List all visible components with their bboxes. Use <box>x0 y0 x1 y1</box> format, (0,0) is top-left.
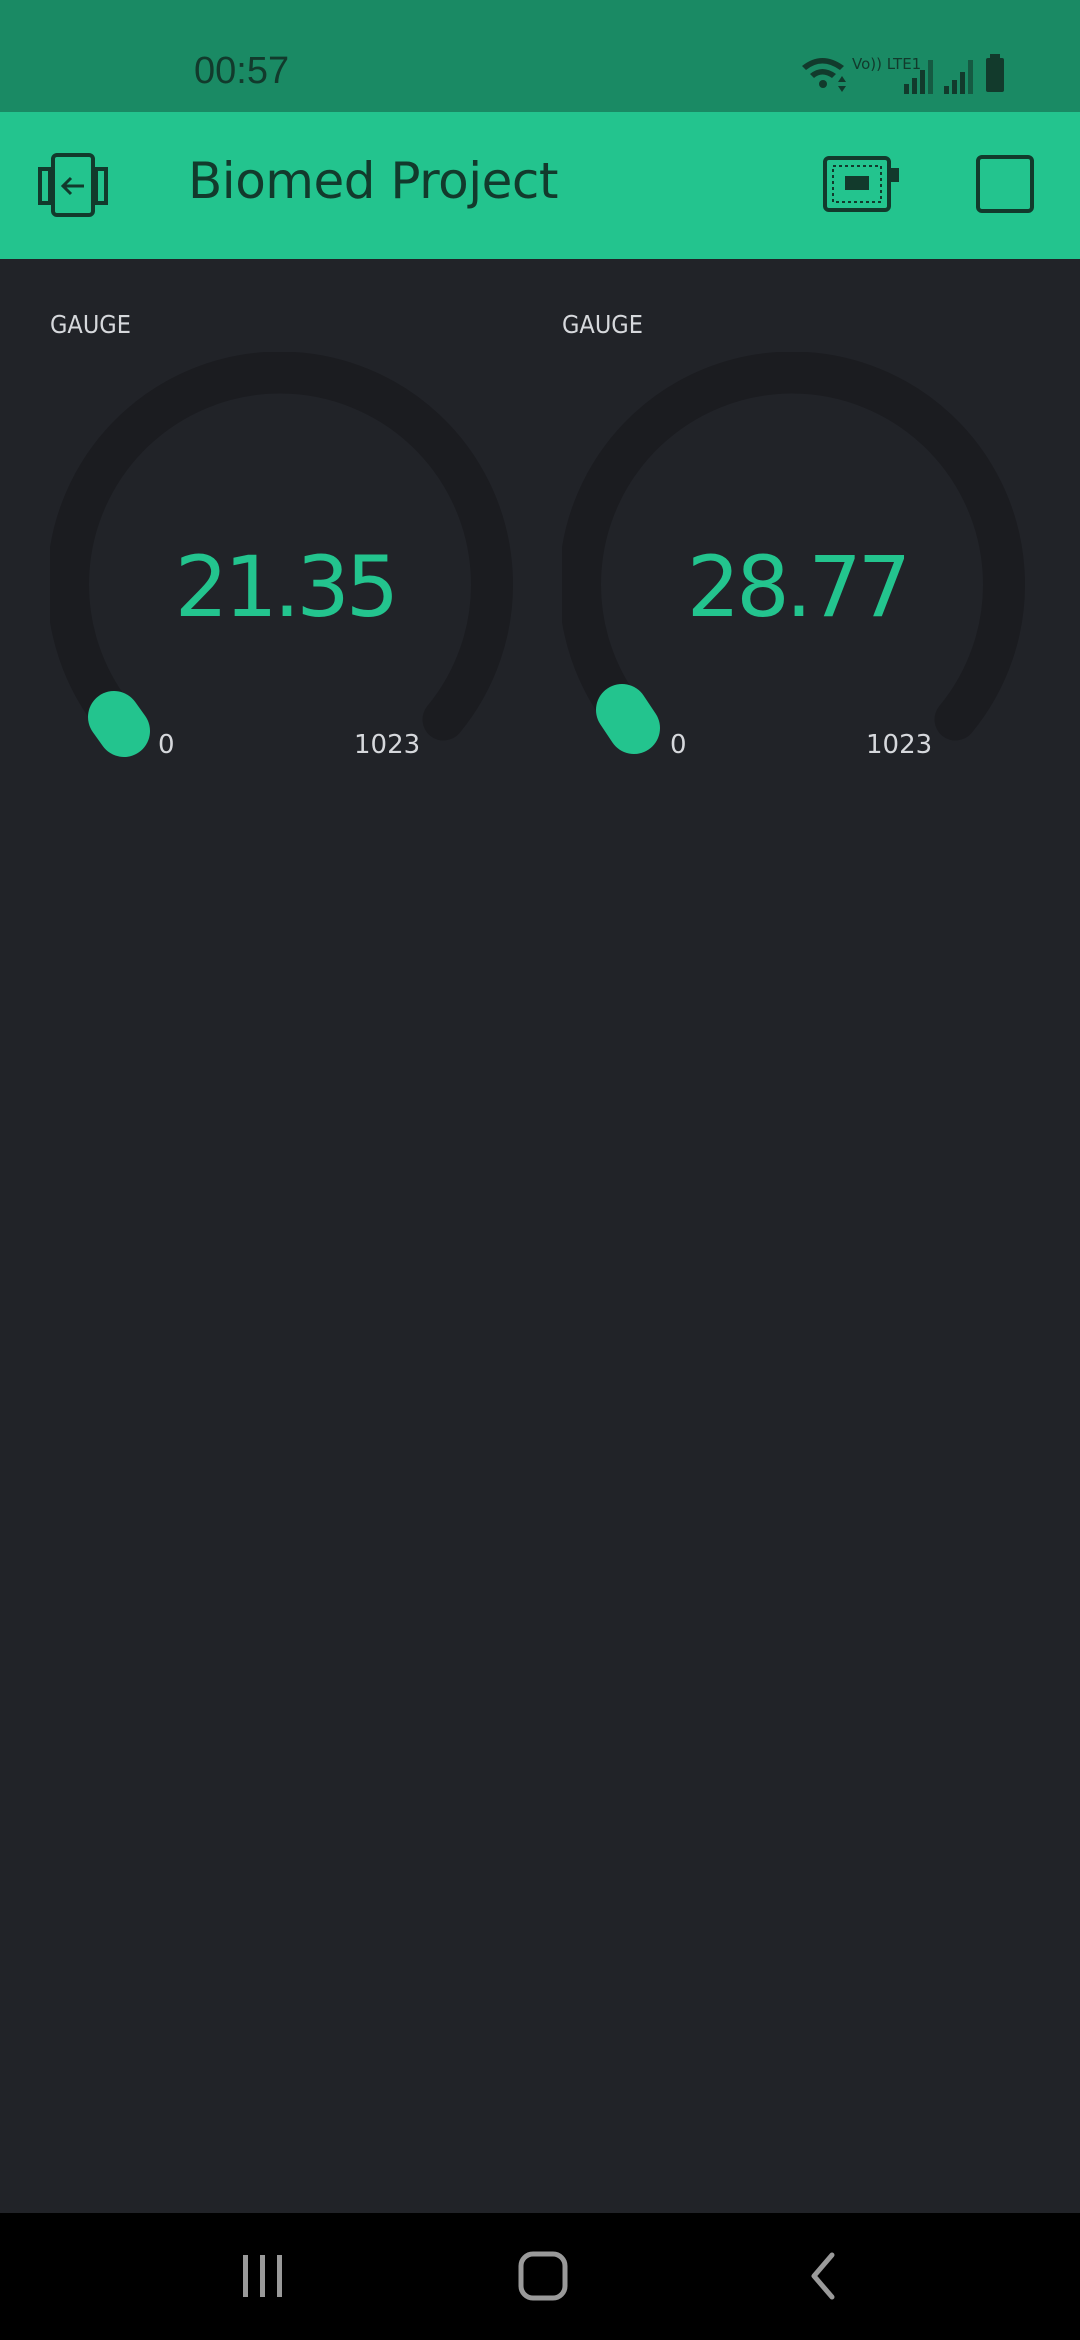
gauge-max: 1023 <box>354 730 421 760</box>
gauge-max: 1023 <box>866 730 933 760</box>
network-label: Vo)) LTE1 <box>852 55 921 73</box>
device-icon[interactable] <box>823 154 901 214</box>
status-time: 00:57 <box>194 50 290 92</box>
wifi-icon <box>802 58 846 92</box>
gauge-widget[interactable]: GAUGE 28.77 0 1023 <box>562 292 1062 792</box>
widget-label: GAUGE <box>562 310 643 339</box>
back-icon[interactable] <box>38 153 108 219</box>
recent-apps-icon[interactable] <box>227 2243 297 2309</box>
gauge-value: 28.77 <box>686 538 911 636</box>
signal-2-icon <box>944 60 973 94</box>
gauge-min: 0 <box>158 730 175 760</box>
gauge-widget[interactable]: GAUGE 21.35 0 1023 <box>50 292 550 792</box>
home-icon[interactable] <box>508 2243 578 2309</box>
widget-label: GAUGE <box>50 310 131 339</box>
status-bar: 00:57 Vo)) LTE1 <box>0 0 1080 112</box>
gauge-indicator <box>88 691 150 757</box>
battery-icon <box>986 54 1004 92</box>
nav-bar <box>0 2213 1080 2340</box>
play-icon[interactable] <box>976 155 1034 213</box>
gauge-indicator <box>596 684 660 754</box>
gauge-min: 0 <box>670 730 687 760</box>
volte-icon: Vo)) LTE1 <box>852 55 921 73</box>
page-title: Biomed Project <box>188 152 558 210</box>
gauge-value: 21.35 <box>174 538 399 636</box>
back-nav-icon[interactable] <box>788 2243 858 2309</box>
app-bar: Biomed Project <box>0 112 1080 259</box>
status-icons: Vo)) LTE1 <box>802 52 1042 98</box>
